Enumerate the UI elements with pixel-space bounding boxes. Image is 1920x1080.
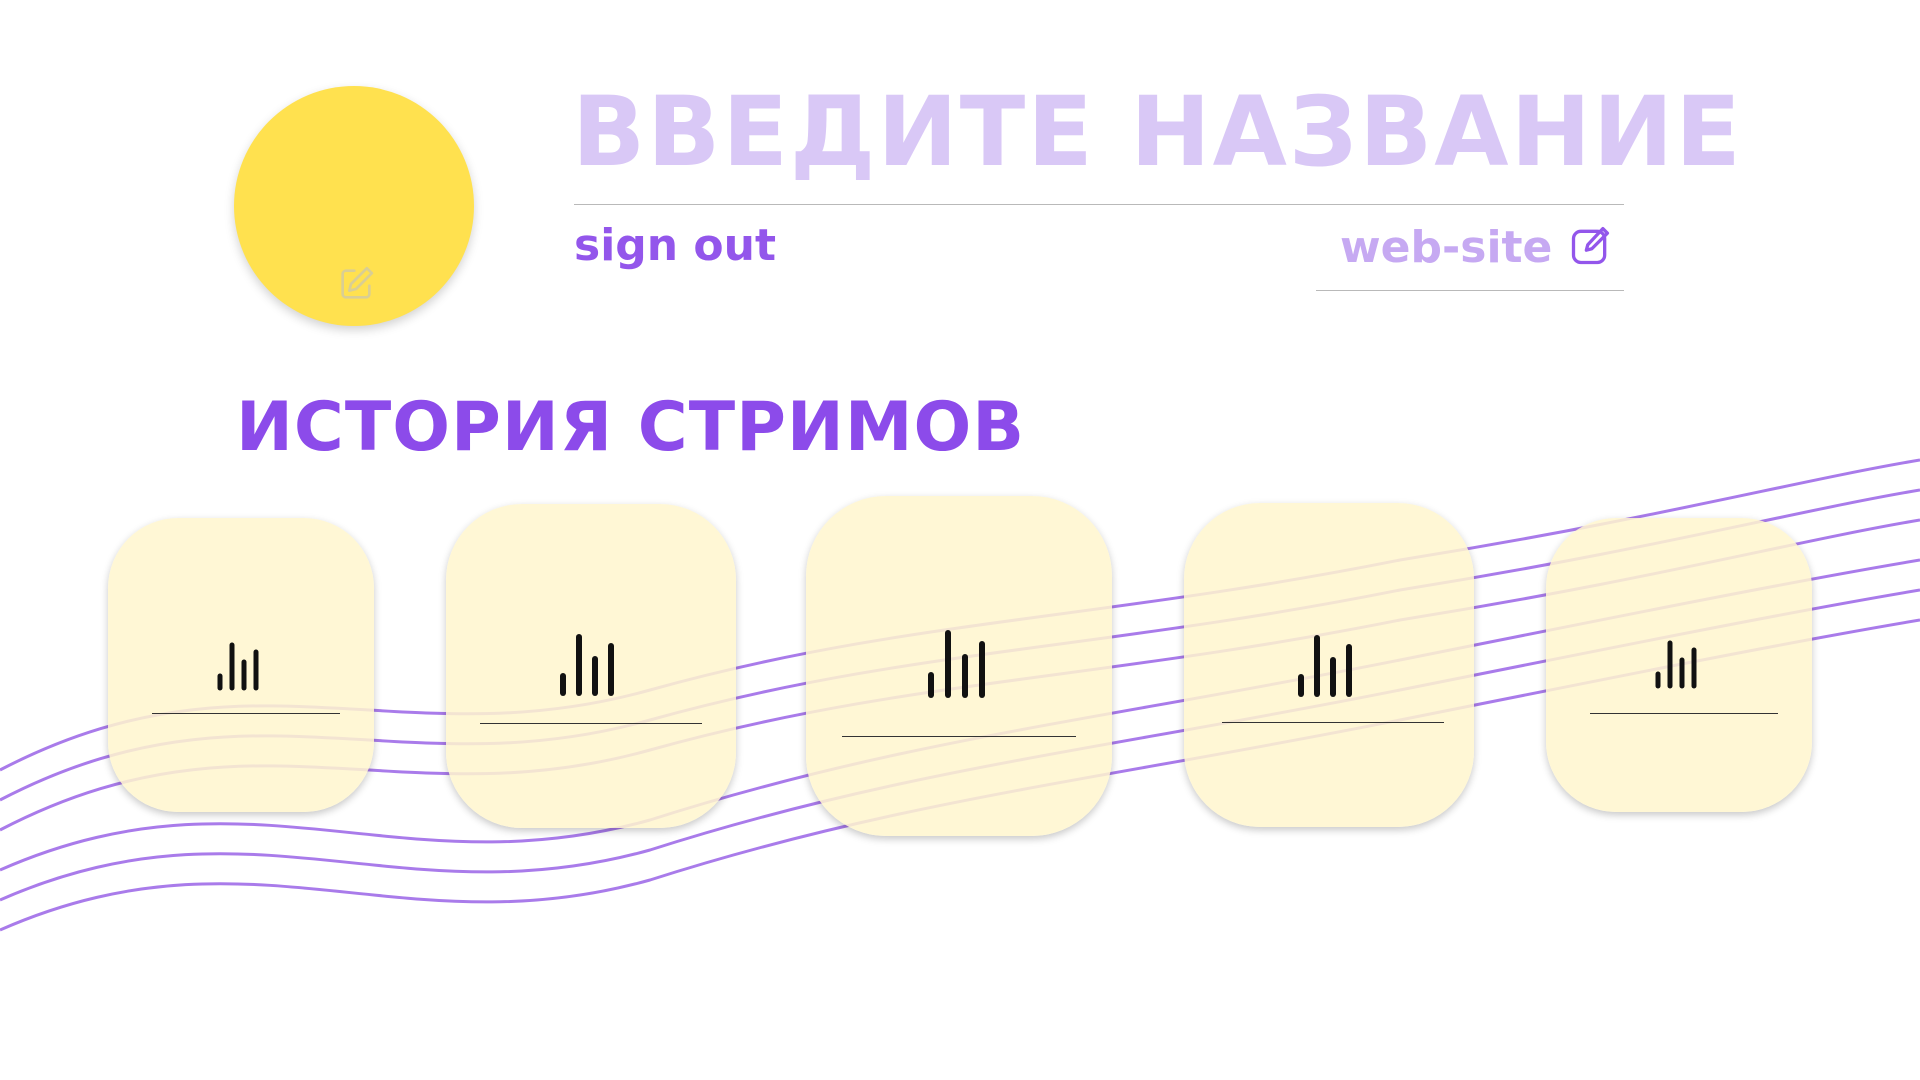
card-divider xyxy=(1590,713,1778,714)
card-divider xyxy=(1222,722,1444,723)
sign-out-button[interactable]: sign out xyxy=(574,224,776,268)
edit-icon[interactable] xyxy=(1568,224,1612,272)
card-divider xyxy=(152,713,340,714)
website-label: web-site xyxy=(1340,222,1553,273)
page-title[interactable]: ВВЕДИТЕ НАЗВАНИЕ xyxy=(572,84,1743,180)
avatar[interactable] xyxy=(234,86,474,326)
equalizer-icon xyxy=(926,628,990,704)
stream-card[interactable] xyxy=(1184,503,1474,827)
stream-card[interactable] xyxy=(446,504,736,828)
edit-icon[interactable] xyxy=(334,262,378,306)
stream-card[interactable] xyxy=(806,496,1112,836)
title-divider xyxy=(574,204,1624,205)
equalizer-icon xyxy=(558,632,620,702)
stream-card[interactable] xyxy=(1546,518,1812,812)
equalizer-icon xyxy=(216,640,264,696)
section-title: ИСТОРИЯ СТРИМОВ xyxy=(236,388,1026,467)
equalizer-icon xyxy=(1654,638,1702,694)
website-link[interactable]: web-site xyxy=(1340,224,1612,272)
website-divider xyxy=(1316,290,1624,291)
equalizer-icon xyxy=(1296,633,1358,703)
card-divider xyxy=(480,723,702,724)
stream-card[interactable] xyxy=(108,518,374,812)
card-divider xyxy=(842,736,1076,737)
